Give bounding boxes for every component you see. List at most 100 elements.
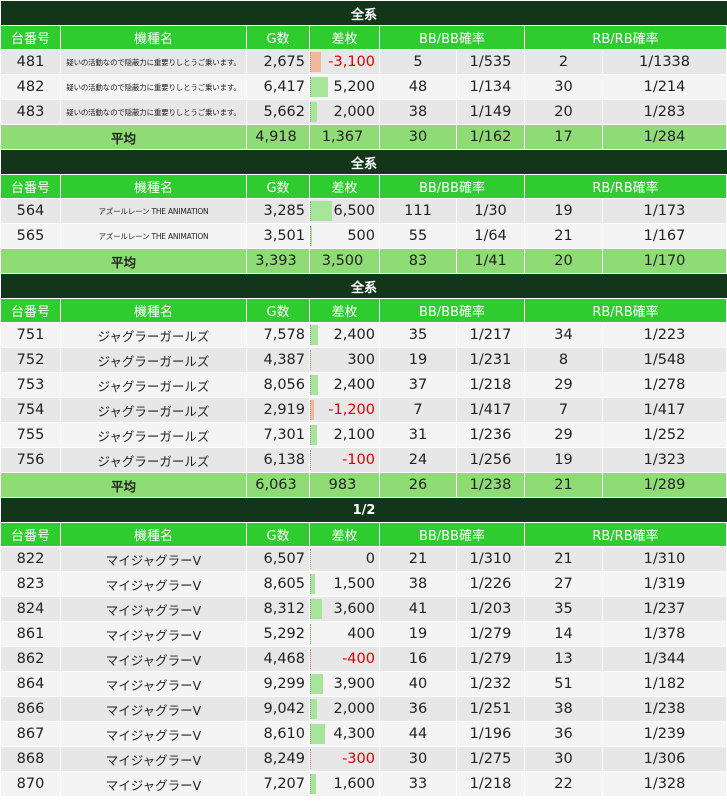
bb-prob: 1/134 <box>456 74 525 100</box>
bb-prob: 1/251 <box>456 696 525 722</box>
column-header-row: 台番号機種名G数差枚BB/BB確率RB/RB確率合成 <box>0 25 727 50</box>
diff-cell: 3,600 <box>309 596 380 622</box>
table-row: 823マイジャグラーV8,6051,500381/226271/3191/132 <box>0 571 727 597</box>
machine-name: ジャグラーガールズ <box>60 397 247 423</box>
games: 3,285 <box>246 198 310 224</box>
diff-divider <box>310 649 311 669</box>
diff-value: 2,100 <box>333 427 375 443</box>
bb-count: 44 <box>379 721 457 747</box>
diff-cell: 400 <box>309 621 380 647</box>
games: 2,675 <box>246 49 310 75</box>
rb-prob: 1/319 <box>602 571 727 597</box>
machine-name: マイジャグラーV <box>60 746 247 772</box>
avg-bb-prob: 1/238 <box>456 472 525 498</box>
diff-divider <box>310 450 311 470</box>
table-row: 824マイジャグラーV8,3123,600411/203351/2371/109 <box>0 596 727 622</box>
avg-rb-prob: 1/284 <box>602 124 727 150</box>
avg-diff: 983 <box>309 472 380 498</box>
diff-divider <box>310 226 311 246</box>
games: 2,919 <box>246 397 310 423</box>
games: 6,417 <box>246 74 310 100</box>
diff-cell: -1,200 <box>309 397 380 423</box>
average-row: 平均3,3933,500831/41201/1701/33 <box>0 248 727 274</box>
diff-cell: 6,500 <box>309 198 380 224</box>
diff-value: 2,000 <box>333 701 375 717</box>
diff-value: 3,600 <box>333 601 375 617</box>
rb-prob: 1/310 <box>602 546 727 572</box>
header-machine-no: 台番号 <box>0 522 61 547</box>
machine-name: ジャグラーガールズ <box>60 422 247 448</box>
machine-name: ジャグラーガールズ <box>60 447 247 473</box>
diff-value: -3,100 <box>328 54 375 70</box>
table-row: 864マイジャグラーV9,2993,900401/232511/1821/102 <box>0 671 727 697</box>
games: 9,299 <box>246 671 310 697</box>
games: 7,207 <box>246 771 310 797</box>
header-machine-name: 機種名 <box>60 522 247 547</box>
diff-value: 500 <box>347 228 375 244</box>
games: 7,578 <box>246 322 310 348</box>
diff-cell: 0 <box>309 546 380 572</box>
table-row: 866マイジャグラーV9,0422,000361/251381/2381/122 <box>0 696 727 722</box>
avg-rb: 21 <box>524 472 603 498</box>
machine-no: 823 <box>0 571 61 597</box>
bb-prob: 1/217 <box>456 322 525 348</box>
diff-cell: 300 <box>309 347 380 373</box>
diff-cell: 2,400 <box>309 372 380 398</box>
games: 5,662 <box>246 99 310 125</box>
machine-no: 482 <box>0 74 61 100</box>
rb-count: 19 <box>524 447 603 473</box>
header-rb: RB/RB確率 <box>524 174 727 199</box>
header-bb: BB/BB確率 <box>379 522 525 547</box>
header-bb: BB/BB確率 <box>379 174 525 199</box>
diff-cell: -300 <box>309 746 380 772</box>
games: 4,387 <box>246 347 310 373</box>
bb-count: 31 <box>379 422 457 448</box>
bb-prob: 1/279 <box>456 621 525 647</box>
average-row: 平均4,9181,367301/162171/2841/103 <box>0 124 727 150</box>
machine-no: 868 <box>0 746 61 772</box>
header-machine-no: 台番号 <box>0 25 61 50</box>
bb-prob: 1/279 <box>456 646 525 672</box>
rb-count: 22 <box>524 771 603 797</box>
bb-prob: 1/256 <box>456 447 525 473</box>
bb-count: 19 <box>379 621 457 647</box>
rb-prob: 1/548 <box>602 347 727 373</box>
table-row: 755ジャグラーガールズ7,3012,100311/236291/2521/12… <box>0 422 727 448</box>
diff-value: 2,000 <box>333 104 375 120</box>
rb-prob: 1/214 <box>602 74 727 100</box>
rb-prob: 1/252 <box>602 422 727 448</box>
bb-prob: 1/535 <box>456 49 525 75</box>
avg-rb-prob: 1/170 <box>602 248 727 274</box>
rb-prob: 1/182 <box>602 671 727 697</box>
diff-bar <box>310 599 322 619</box>
machine-no: 756 <box>0 447 61 473</box>
rb-count: 13 <box>524 646 603 672</box>
machine-no: 866 <box>0 696 61 722</box>
machine-name: マイジャグラーV <box>60 721 247 747</box>
diff-cell: 2,100 <box>309 422 380 448</box>
header-machine-name: 機種名 <box>60 174 247 199</box>
diff-value: 2,400 <box>333 327 375 343</box>
average-row: 平均6,063983261/238211/2891/130 <box>0 472 727 498</box>
table-row: 756ジャグラーガールズ6,138-100241/256191/3231/143 <box>0 447 727 473</box>
header-diff: 差枚 <box>309 174 380 199</box>
section-title: 全系 <box>0 149 727 175</box>
header-bb: BB/BB確率 <box>379 298 525 323</box>
avg-games: 4,918 <box>246 124 310 150</box>
diff-value: -300 <box>342 751 375 767</box>
machine-no: 861 <box>0 621 61 647</box>
average-label: 平均 <box>0 248 247 274</box>
machine-name: マイジャグラーV <box>60 671 247 697</box>
machine-name: ジャグラーガールズ <box>60 322 247 348</box>
table-row: 868マイジャグラーV8,249-300301/275301/3061/145 <box>0 746 727 772</box>
avg-diff: 1,367 <box>309 124 380 150</box>
bb-count: 40 <box>379 671 457 697</box>
machine-no: 564 <box>0 198 61 224</box>
games: 5,292 <box>246 621 310 647</box>
machine-name: アズールレーン THE ANIMATION <box>60 223 247 249</box>
column-header-row: 台番号機種名G数差枚BB/BB確率RB/RB確率合成 <box>0 522 727 547</box>
machine-name: マイジャグラーV <box>60 571 247 597</box>
section-title-row: 全系 <box>0 273 727 299</box>
bb-prob: 1/226 <box>456 571 525 597</box>
rb-prob: 1/306 <box>602 746 727 772</box>
